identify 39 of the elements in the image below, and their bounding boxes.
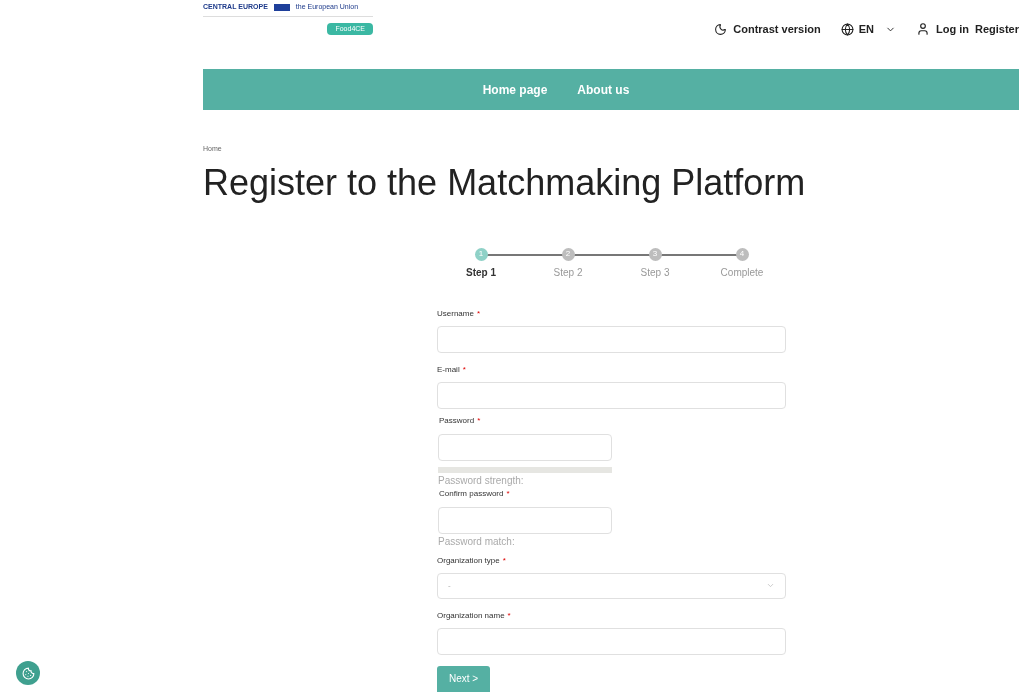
step-label[interactable]: Complete	[720, 264, 764, 280]
field-label: Confirm password	[439, 487, 504, 500]
moon-icon	[714, 22, 728, 36]
required-mark: *	[476, 307, 481, 320]
organization-type-select[interactable]: -	[437, 572, 786, 599]
field-label: E-mail	[437, 363, 460, 376]
password-field[interactable]	[438, 506, 612, 534]
register-link[interactable]: Register	[974, 20, 1019, 38]
nav-link[interactable]: About us	[577, 80, 630, 99]
field-label: Organization type	[437, 554, 500, 567]
text-field[interactable]	[437, 381, 786, 409]
step-label[interactable]: Step 3	[640, 264, 670, 280]
field-label: Password	[439, 414, 475, 427]
field-label: Username	[437, 307, 474, 320]
next-button[interactable]: Next >	[437, 665, 491, 692]
language-button[interactable]: EN	[840, 20, 896, 38]
text-field[interactable]	[437, 627, 786, 655]
text-field[interactable]	[437, 325, 786, 353]
match-caption: Password match:	[438, 534, 516, 549]
password-field[interactable]	[438, 433, 612, 461]
chevron-down-icon	[766, 581, 775, 590]
required-mark: *	[462, 363, 466, 376]
cookie-button[interactable]	[16, 661, 40, 685]
cookie-icon	[21, 666, 35, 680]
field-label: Organization name	[437, 609, 505, 622]
user-icon	[915, 22, 930, 36]
step-label[interactable]: Step 2	[553, 264, 583, 280]
login-link[interactable]: Log in	[935, 20, 969, 38]
required-mark: *	[507, 609, 511, 622]
required-mark: *	[477, 414, 481, 427]
required-mark: *	[506, 487, 510, 500]
flag-icon	[273, 3, 290, 11]
page-title: Register to the Matchmaking Platform	[203, 162, 807, 203]
contrast-button[interactable]: Contrast version	[714, 20, 821, 38]
required-mark: *	[502, 554, 506, 567]
nav-link[interactable]: Home page	[482, 80, 548, 99]
step-label[interactable]: Step 1	[466, 264, 496, 280]
globe-icon	[840, 22, 854, 36]
strength-caption: Password strength:	[438, 473, 525, 488]
